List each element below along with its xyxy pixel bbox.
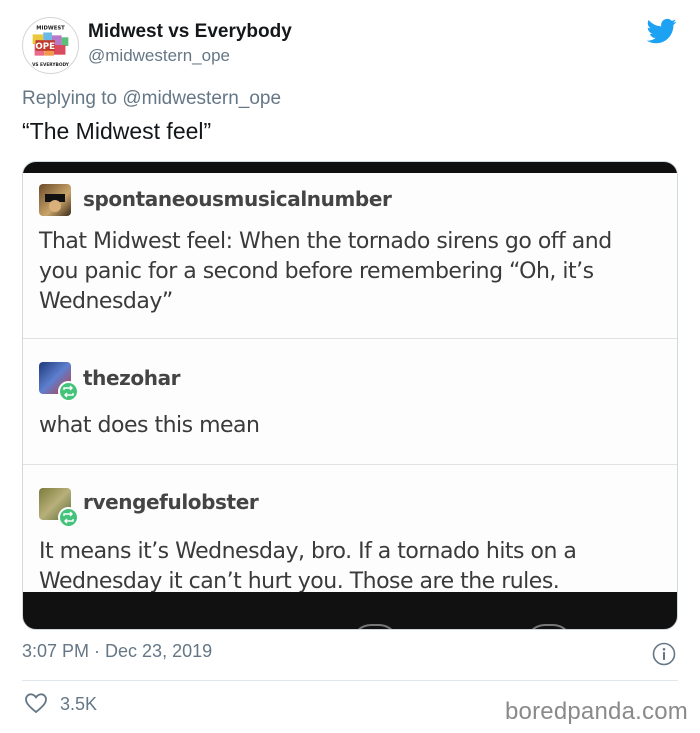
- logo-top-text: MIDWEST: [36, 26, 65, 32]
- post-line: That Midwest feel: When the tornado sire…: [39, 229, 612, 254]
- user-avatar: [39, 184, 71, 216]
- divider: [22, 680, 678, 681]
- post-line: It means it’s Wednesday, bro. If a torna…: [39, 539, 577, 564]
- logo-bottom-text: VS EVERYBODY: [32, 62, 70, 68]
- logo-center-text: OPE: [35, 42, 55, 52]
- watermark: boredpanda.com: [505, 698, 688, 725]
- post-line: Wednesday”: [39, 289, 173, 314]
- post-body: That Midwest feel: When the tornado sire…: [39, 227, 639, 317]
- user-handle[interactable]: @midwestern_ope: [88, 46, 230, 66]
- screenshot-bottom-bar: [23, 592, 677, 629]
- profile-avatar[interactable]: OPE MIDWEST VS EVERYBODY: [22, 17, 79, 74]
- display-name[interactable]: Midwest vs Everybody: [88, 21, 292, 43]
- tweet-timestamp[interactable]: 3:07 PM · Dec 23, 2019: [22, 641, 212, 662]
- tumblr-post: thezohar what does this mean: [23, 339, 677, 465]
- reblog-icon: [58, 381, 79, 402]
- post-username: rvengefulobster: [83, 490, 259, 514]
- post-username: spontaneousmusicalnumber: [83, 187, 392, 211]
- tweet-media-image[interactable]: spontaneousmusicalnumber That Midwest fe…: [22, 161, 678, 630]
- ope-logo: OPE MIDWEST VS EVERYBODY: [24, 19, 77, 72]
- replying-to: Replying to @midwestern_ope: [22, 88, 281, 110]
- twitter-bird-icon[interactable]: [645, 16, 679, 46]
- tumblr-post: spontaneousmusicalnumber That Midwest fe…: [23, 173, 677, 339]
- post-line: you panic for a second before rememberin…: [39, 259, 594, 284]
- post-body: It means it’s Wednesday, bro. If a torna…: [39, 537, 639, 597]
- like-count: 3.5K: [60, 694, 98, 714]
- reblog-icon: [58, 507, 79, 528]
- tweet-text: “The Midwest feel”: [22, 118, 212, 144]
- heart-icon[interactable]: [24, 692, 48, 714]
- replying-mention-link[interactable]: @midwestern_ope: [122, 88, 281, 109]
- tumblr-screenshot: spontaneousmusicalnumber That Midwest fe…: [23, 173, 677, 629]
- post-line: what does this mean: [39, 413, 260, 438]
- replying-prefix: Replying to: [22, 88, 118, 109]
- tumblr-post: rvengefulobster It means it’s Wednesday,…: [23, 465, 677, 605]
- info-icon[interactable]: [652, 642, 676, 666]
- post-body: what does this mean: [39, 411, 639, 441]
- post-username: thezohar: [83, 366, 181, 390]
